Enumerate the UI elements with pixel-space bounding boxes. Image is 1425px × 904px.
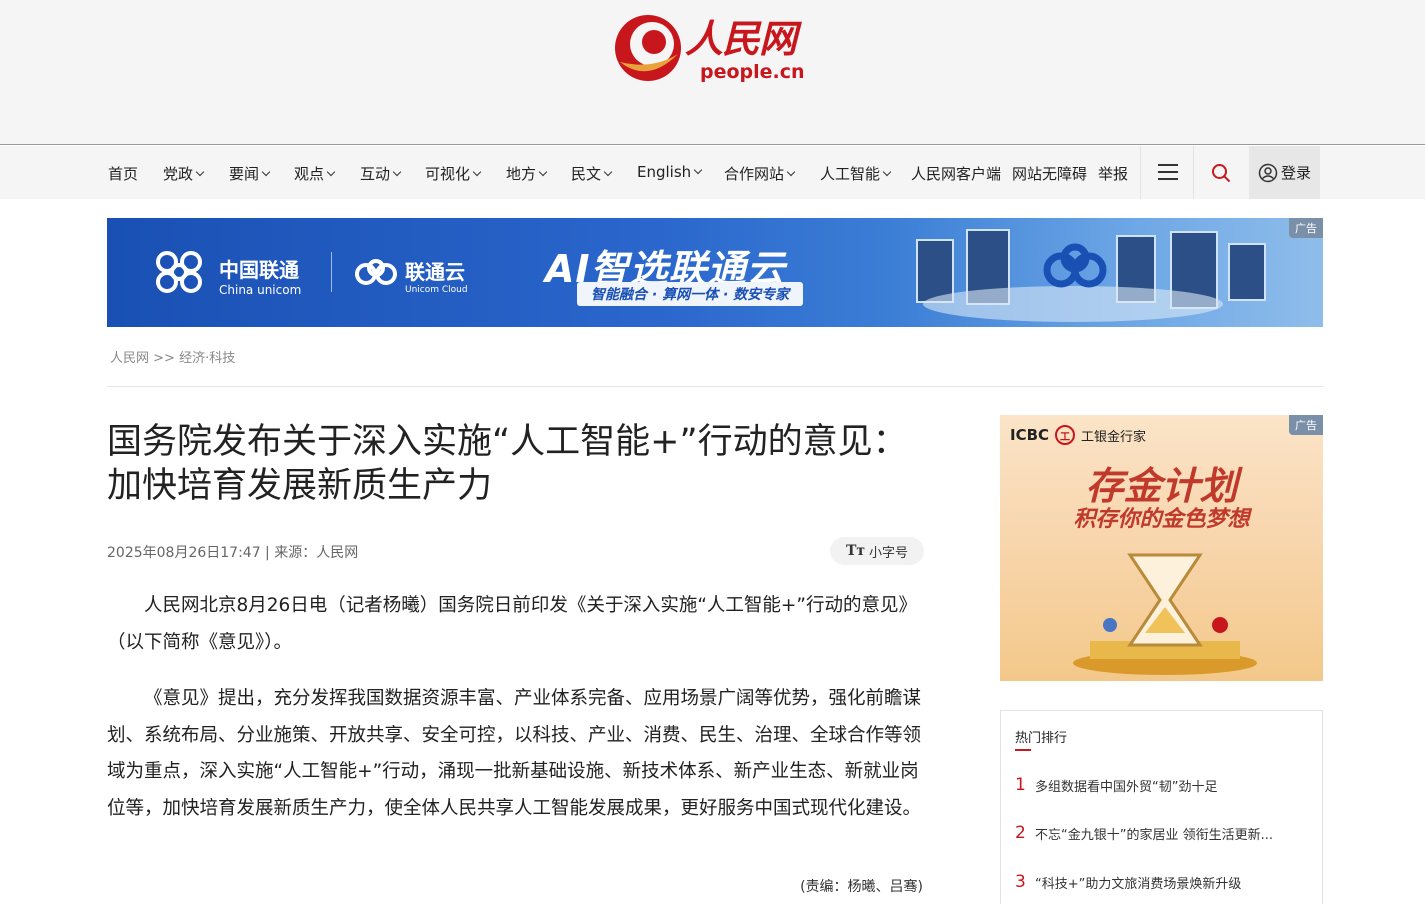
chevron-down-icon xyxy=(693,165,703,175)
breadcrumb-home[interactable]: 人民网 xyxy=(110,351,149,366)
nav-label: 举报 xyxy=(1098,165,1129,183)
icbc-sub: 工银金行家 xyxy=(1081,429,1147,445)
nav-label: 网站无障碍 xyxy=(1012,165,1088,183)
hot-link[interactable]: “科技+”助力文旅消费场景焕新升级 xyxy=(1035,873,1305,892)
nav-item-opinion[interactable]: 观点 xyxy=(294,163,336,184)
divider xyxy=(107,386,1323,387)
nav-item-app[interactable]: 人民网客户端 xyxy=(911,163,1001,184)
nav-item-interact[interactable]: 互动 xyxy=(360,163,402,184)
unicom-logo-icon xyxy=(156,251,202,293)
hot-ranking: 热门排行 1 多组数据看中国外贸“韧”劲十足 2 不忘“金九银十”的家居业 领衔… xyxy=(1000,710,1323,904)
nav-label: 人工智能 xyxy=(820,165,881,183)
nav-item-partners[interactable]: 合作网站 xyxy=(724,163,796,184)
cloud-name-en: Unicom Cloud xyxy=(405,285,468,295)
nav-item-news[interactable]: 要闻 xyxy=(229,163,271,184)
article-paragraph: 《意见》提出，充分发挥我国数据资源丰富、产业体系完备、应用场景广阔等优势，强化前… xyxy=(107,688,922,819)
hot-item[interactable]: 1 多组数据看中国外贸“韧”劲十足 xyxy=(1015,775,1305,795)
nav-item-local[interactable]: 地方 xyxy=(506,163,548,184)
nav-label: 民文 xyxy=(571,165,602,183)
font-size-label: 小字号 xyxy=(869,545,909,561)
nav-divider xyxy=(1140,146,1141,199)
nav-item-report[interactable]: 举报 xyxy=(1098,163,1128,184)
nav-item-ai[interactable]: 人工智能 xyxy=(820,163,892,184)
chevron-down-icon xyxy=(538,167,548,176)
chevron-down-icon xyxy=(261,167,271,176)
logo-text-en: people.cn xyxy=(700,61,805,83)
hot-link[interactable]: 多组数据看中国外贸“韧”劲十足 xyxy=(1035,776,1305,795)
nav-label: 首页 xyxy=(108,165,139,183)
nav-label: 党政 xyxy=(163,165,194,183)
chevron-down-icon xyxy=(882,167,892,176)
nav-divider xyxy=(1193,146,1194,199)
icbc-side-ad[interactable]: ICBC 工 工银金行家 存金计划 积存你的金色梦想 广告 xyxy=(1000,415,1323,681)
nav-label: 合作网站 xyxy=(724,165,785,183)
article-paragraph: 人民网北京8月26日电（记者杨曦）国务院日前印发《关于深入实施“人工智能+”行动… xyxy=(107,595,917,653)
unicom-name-en: China unicom xyxy=(219,283,302,297)
hot-rank: 1 xyxy=(1015,775,1026,795)
people-logo[interactable]: 人民网 people.cn xyxy=(612,4,822,88)
banner-subline: 智能融合 · 算网一体 · 数安专家 xyxy=(577,282,804,306)
nav-label: 地方 xyxy=(506,165,537,183)
logo-text-cn: 人民网 xyxy=(685,16,797,61)
nav-label: 可视化 xyxy=(425,165,471,183)
hot-rank: 2 xyxy=(1015,823,1026,843)
hot-link[interactable]: 不忘“金九银十”的家居业 领衔生活更新... xyxy=(1035,824,1305,843)
login-button[interactable]: 登录 xyxy=(1249,146,1320,199)
ad-tag: 广告 xyxy=(1289,415,1323,435)
chevron-down-icon xyxy=(603,167,613,176)
hot-ranking-title: 热门排行 xyxy=(1015,727,1067,751)
breadcrumb: 人民网 >> 经济·科技 xyxy=(110,347,235,366)
nav-item-accessibility[interactable]: 网站无障碍 xyxy=(1012,163,1087,184)
chevron-down-icon xyxy=(786,167,796,176)
icbc-logo-icon: 工 xyxy=(1055,425,1076,445)
nav-item-home[interactable]: 首页 xyxy=(108,163,138,184)
site-header: 人民网 people.cn xyxy=(0,0,1425,145)
hot-rank: 3 xyxy=(1015,872,1026,892)
unicom-banner-ad[interactable]: 中国联通 China unicom 联通云 Unicom Cloud AI智选联… xyxy=(107,218,1323,327)
chevron-down-icon xyxy=(392,167,402,176)
article-meta: 2025年08月26日17:47 | 来源：人民网 xyxy=(107,545,359,561)
breadcrumb-section[interactable]: 经济·科技 xyxy=(179,351,235,366)
hamburger-icon[interactable] xyxy=(1158,164,1178,180)
article-title: 国务院发布关于深入实施“人工智能+”行动的意见：加快培育发展新质生产力 xyxy=(107,422,908,506)
chevron-down-icon xyxy=(326,167,336,176)
side-ad-subtitle: 积存你的金色梦想 xyxy=(1073,507,1250,532)
hot-item[interactable]: 3 “科技+”助力文旅消费场景焕新升级 xyxy=(1015,872,1305,892)
nav-label: 人民网客户端 xyxy=(911,165,1002,183)
chevron-down-icon xyxy=(195,167,205,176)
unicom-cloud-icon xyxy=(355,259,397,285)
nav-item-party[interactable]: 党政 xyxy=(163,163,205,184)
nav-label: English xyxy=(637,163,692,181)
hot-item[interactable]: 2 不忘“金九银十”的家居业 领衔生活更新... xyxy=(1015,823,1305,843)
logo-emblem-icon xyxy=(615,15,681,81)
icbc-name: ICBC xyxy=(1010,426,1050,444)
banner-graphic xyxy=(916,229,1266,322)
hourglass-gold-graphic xyxy=(1073,553,1257,675)
breadcrumb-sep: >> xyxy=(153,351,175,366)
nav-item-english[interactable]: English xyxy=(637,163,703,181)
nav-label: 互动 xyxy=(360,165,391,183)
login-label: 登录 xyxy=(1280,164,1311,182)
ad-tag: 广告 xyxy=(1289,218,1323,238)
nav-label: 观点 xyxy=(294,165,325,183)
nav-label: 要闻 xyxy=(229,165,260,183)
nav-item-minority[interactable]: 民文 xyxy=(571,163,613,184)
unicom-cloud-brand: 联通云 Unicom Cloud xyxy=(405,256,468,295)
user-icon xyxy=(1258,163,1278,182)
unicom-brand: 中国联通 China unicom xyxy=(219,254,301,297)
cloud-name-cn: 联通云 xyxy=(405,260,465,284)
article-editor: (责编：杨曦、吕骞) xyxy=(800,879,923,895)
nav-item-visual[interactable]: 可视化 xyxy=(425,163,482,184)
icbc-brand: ICBC 工 工银金行家 xyxy=(1010,425,1146,445)
font-size-toggle[interactable]: Tт 小字号 xyxy=(830,537,924,565)
banner-divider xyxy=(331,252,332,292)
font-size-icon: Tт xyxy=(845,543,866,559)
chevron-down-icon xyxy=(472,167,482,176)
unicom-name-cn: 中国联通 xyxy=(219,258,299,282)
search-icon[interactable] xyxy=(1211,163,1231,183)
